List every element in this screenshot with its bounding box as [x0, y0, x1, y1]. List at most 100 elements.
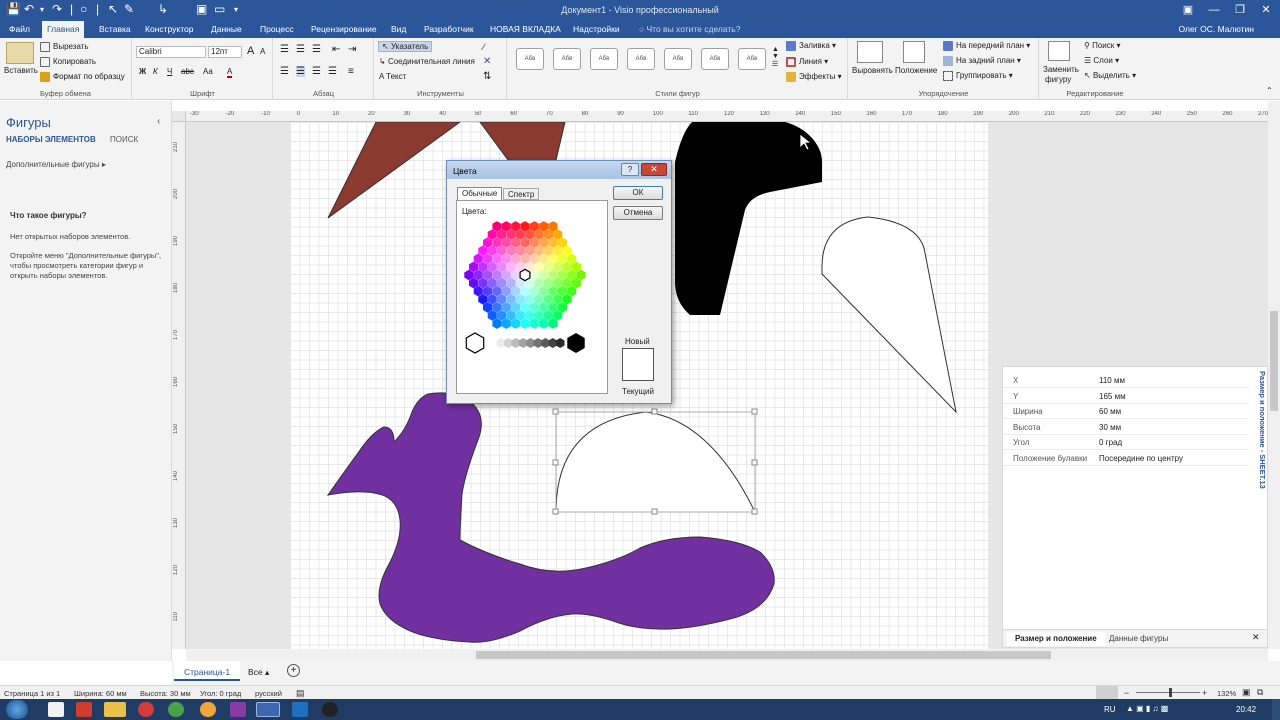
- keyboard-language[interactable]: RU: [1104, 705, 1116, 714]
- paste-icon[interactable]: [6, 42, 34, 64]
- tell-me-input[interactable]: ○ Что вы хотите сделать?: [634, 21, 745, 38]
- close-panel-icon[interactable]: ✕: [1252, 632, 1260, 643]
- close-icon[interactable]: ✕: [1254, 1, 1278, 19]
- text-tool-button[interactable]: A Текст: [379, 72, 406, 81]
- gray-swatch[interactable]: [496, 338, 506, 348]
- horizontal-ruler[interactable]: -30 -20 -10 0 10 20 30 40 50 60 70 80 90 100 110 120 130…: [186, 111, 1268, 122]
- switch-windows-icon[interactable]: ⧉: [1257, 687, 1263, 698]
- change-case-button[interactable]: Аа: [203, 67, 213, 76]
- bring-to-front-button[interactable]: На передний план ▾: [943, 41, 1030, 51]
- tab-home[interactable]: Главная: [42, 21, 85, 38]
- shrink-font-button[interactable]: A: [260, 47, 265, 56]
- change-shape-icon[interactable]: [1048, 41, 1070, 61]
- brown-triangle-shape[interactable]: [327, 122, 461, 219]
- zoom-level[interactable]: 132%: [1217, 689, 1236, 698]
- collapse-ribbon-icon[interactable]: ⌃: [1266, 86, 1273, 95]
- tab-spectrum[interactable]: Спектр: [503, 188, 540, 200]
- vertical-scroll-thumb[interactable]: [1270, 311, 1278, 411]
- size-row-value[interactable]: 30 мм: [1099, 423, 1121, 432]
- tab-addins[interactable]: Надстройки: [568, 21, 625, 38]
- underline-button[interactable]: Ч: [167, 67, 172, 76]
- gray-swatch[interactable]: [548, 338, 558, 348]
- tab-data[interactable]: Данные: [206, 21, 247, 38]
- start-button-icon[interactable]: [6, 700, 28, 719]
- white-teardrop-shape[interactable]: [821, 216, 957, 414]
- size-row-value[interactable]: 0 град: [1099, 438, 1122, 447]
- tab-stencils[interactable]: НАБОРЫ ЭЛЕМЕНТОВ: [6, 135, 96, 144]
- gray-swatch[interactable]: [511, 338, 521, 348]
- size-row[interactable]: X 110 мм: [1003, 373, 1249, 388]
- tab-new[interactable]: НОВАЯ ВКЛАДКА: [485, 21, 566, 38]
- visio-icon[interactable]: [256, 702, 280, 717]
- align-shapes-icon[interactable]: [857, 41, 883, 63]
- group-button[interactable]: Группировать ▾: [943, 71, 1013, 81]
- ribbon-display-icon[interactable]: ▣: [1176, 1, 1200, 19]
- tab-search[interactable]: ПОИСК: [110, 135, 138, 144]
- file-explorer-icon[interactable]: [104, 702, 126, 717]
- gray-swatch[interactable]: [533, 338, 543, 348]
- black-swatch[interactable]: [567, 333, 585, 353]
- shape-style-3[interactable]: Абв: [590, 48, 618, 70]
- ok-button[interactable]: ОК: [613, 186, 663, 200]
- handle-e[interactable]: [751, 459, 758, 466]
- dialog-close-icon[interactable]: ✕: [641, 163, 667, 176]
- outlook-icon[interactable]: [292, 702, 308, 717]
- add-page-icon[interactable]: +: [287, 664, 300, 677]
- handle-nw[interactable]: [552, 408, 559, 415]
- align-bottom-icon[interactable]: ☰: [312, 44, 321, 55]
- cut-button[interactable]: Вырезать: [40, 42, 89, 52]
- italic-button[interactable]: К: [153, 67, 158, 76]
- fill-button[interactable]: Заливка ▾: [786, 41, 836, 51]
- size-row-value[interactable]: 165 мм: [1099, 392, 1126, 401]
- find-button[interactable]: ⚲ Поиск ▾: [1084, 41, 1121, 50]
- effects-button[interactable]: Эффекты ▾: [786, 72, 842, 82]
- zoom-out-icon[interactable]: −: [1124, 688, 1129, 698]
- gray-swatch[interactable]: [526, 338, 535, 348]
- size-row-value[interactable]: Посередине по центру: [1099, 454, 1183, 463]
- paste-button[interactable]: Вставить: [4, 66, 38, 75]
- tab-developer[interactable]: Разработчик: [419, 21, 479, 38]
- all-pages-menu[interactable]: Все ▴: [248, 667, 269, 678]
- gray-swatch[interactable]: [518, 338, 528, 348]
- close-tool-icon[interactable]: ✕: [483, 56, 491, 67]
- shape-style-2[interactable]: Абв: [553, 48, 581, 70]
- position-button[interactable]: Положение: [895, 66, 937, 75]
- user-name[interactable]: Олег ОС. Малютин: [1178, 24, 1254, 34]
- position-icon[interactable]: [903, 41, 925, 63]
- fit-page-icon[interactable]: [1096, 686, 1118, 699]
- change-shape-button[interactable]: Заменить: [1043, 65, 1079, 74]
- pointer-tool-button[interactable]: ↖ Указатель: [378, 41, 433, 52]
- fit-window-icon[interactable]: ▣: [1242, 687, 1251, 698]
- size-row[interactable]: Высота 30 мм: [1003, 420, 1249, 435]
- font-name-combo[interactable]: Calibri: [136, 46, 206, 58]
- increase-indent-icon[interactable]: ⇥: [348, 44, 356, 55]
- align-left-icon[interactable]: ☰: [280, 66, 289, 77]
- tab-shape-data[interactable]: Данные фигуры: [1109, 634, 1168, 643]
- horizontal-scroll-thumb[interactable]: [476, 651, 1051, 659]
- copy-button[interactable]: Копировать: [40, 57, 96, 67]
- tab-file[interactable]: Файл: [4, 21, 35, 38]
- tray-icons[interactable]: ▲ ▣ ▮ ♫ ▩: [1126, 704, 1168, 713]
- align-button[interactable]: Выровнять: [852, 66, 893, 75]
- font-color-button[interactable]: A: [227, 67, 233, 78]
- taskbar-app1-icon[interactable]: [48, 702, 64, 717]
- size-row[interactable]: Y 165 мм: [1003, 389, 1249, 404]
- bold-button[interactable]: Ж: [139, 67, 146, 76]
- select-button[interactable]: ↖ Выделить ▾: [1084, 71, 1136, 80]
- clock[interactable]: 20:42: [1236, 705, 1256, 714]
- send-to-back-button[interactable]: На задний план ▾: [943, 56, 1021, 66]
- dialog-title-bar[interactable]: Цвета ? ✕: [447, 161, 671, 179]
- handle-ne[interactable]: [751, 408, 758, 415]
- chrome-icon[interactable]: [168, 702, 184, 717]
- handle-se[interactable]: [751, 508, 758, 515]
- tab-size-position[interactable]: Размер и положение: [1007, 632, 1105, 646]
- tab-view[interactable]: Вид: [386, 21, 411, 38]
- minimize-icon[interactable]: —: [1202, 1, 1226, 19]
- handle-w[interactable]: [552, 459, 559, 466]
- horizontal-scrollbar[interactable]: [186, 649, 1268, 661]
- media-app-icon[interactable]: [322, 702, 338, 717]
- layers-button[interactable]: ☰ Слои ▾: [1084, 56, 1119, 65]
- align-center-icon[interactable]: ☰: [296, 66, 305, 77]
- size-row-value[interactable]: 60 мм: [1099, 407, 1121, 416]
- align-middle-icon[interactable]: ☰: [296, 44, 305, 55]
